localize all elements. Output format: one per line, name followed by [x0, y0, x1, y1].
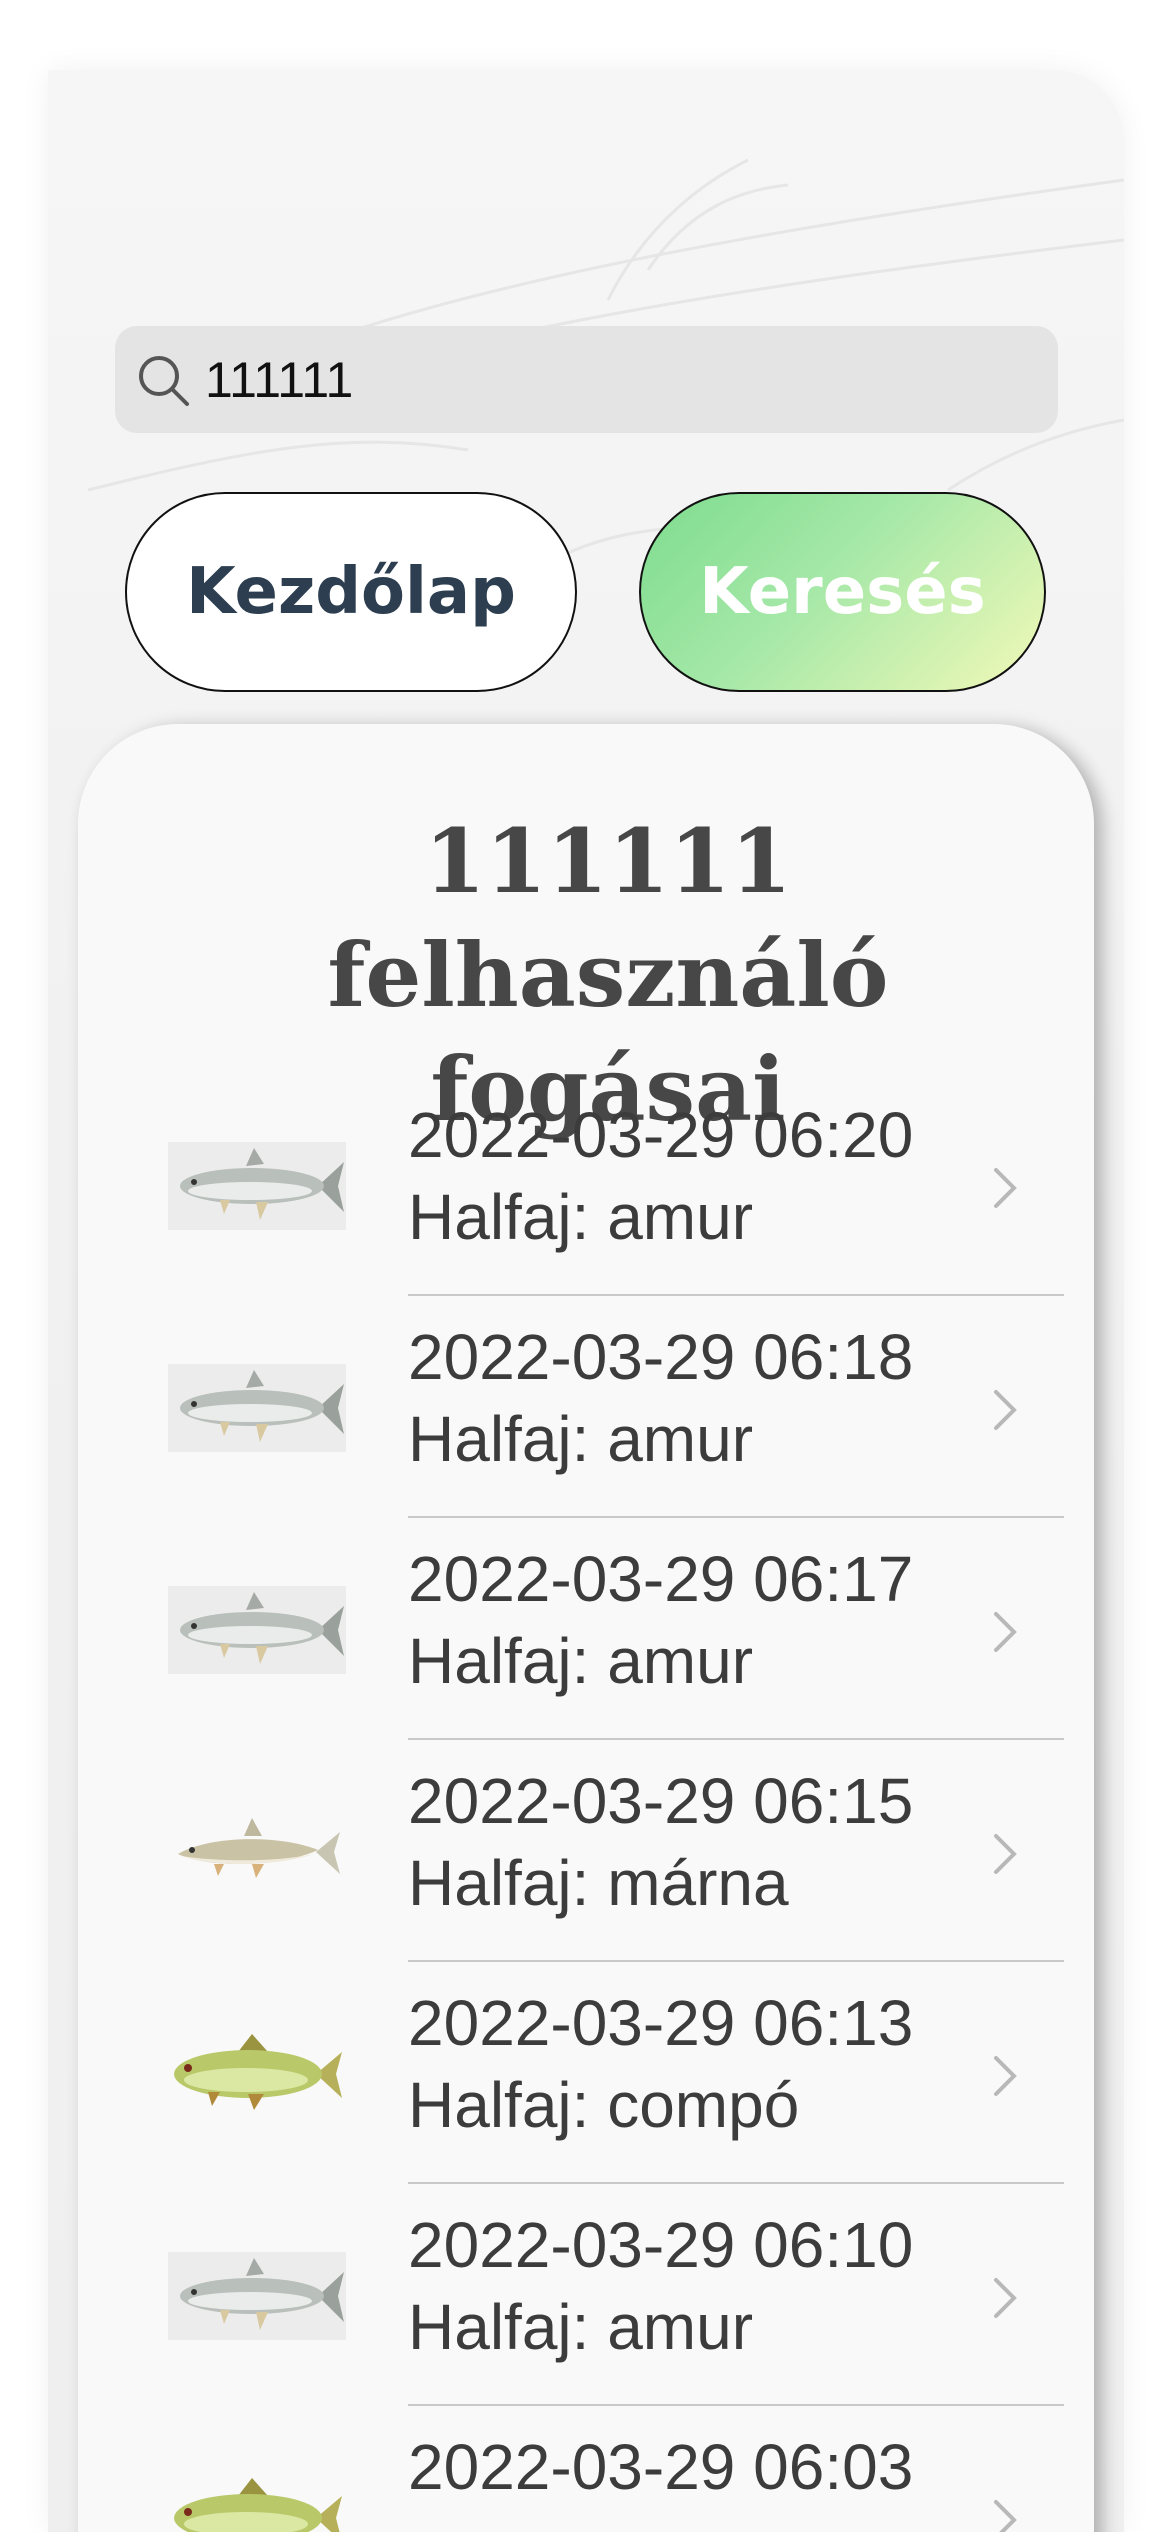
search-icon: [139, 356, 189, 406]
amur-fish-icon: [168, 2252, 346, 2340]
catch-datetime: 2022-03-29 06:03: [408, 2431, 914, 2503]
search-button[interactable]: Keresés: [639, 492, 1046, 692]
catch-list-item[interactable]: 2022-03-29 06:15 Halfaj: márna: [78, 1740, 1094, 1962]
compo-fish-icon: [174, 2034, 342, 2110]
catch-texts: 2022-03-29 06:03: [408, 2426, 968, 2508]
title-line-1: 111111 felhasználó: [327, 809, 889, 1027]
catch-datetime: 2022-03-29 06:20: [408, 1099, 914, 1171]
catch-list-item[interactable]: 2022-03-29 06:20 Halfaj: amur: [78, 1074, 1094, 1296]
catch-list-item[interactable]: 2022-03-29 06:17 Halfaj: amur: [78, 1518, 1094, 1740]
catch-list-item[interactable]: 2022-03-29 06:18 Halfaj: amur: [78, 1296, 1094, 1518]
chevron-right-icon: [994, 1168, 1017, 1208]
catch-datetime: 2022-03-29 06:15: [408, 1765, 914, 1837]
catch-list-item[interactable]: 2022-03-29 06:13 Halfaj: compó: [78, 1962, 1094, 2184]
chevron-right-icon: [994, 1612, 1017, 1652]
search-bar[interactable]: [115, 326, 1058, 433]
chevron-right-icon: [994, 2500, 1017, 2532]
catch-texts: 2022-03-29 06:17 Halfaj: amur: [408, 1538, 968, 1702]
chevron-right-icon: [994, 1390, 1017, 1430]
catch-texts: 2022-03-29 06:20 Halfaj: amur: [408, 1094, 968, 1258]
chevron-right-icon: [994, 1834, 1017, 1874]
catch-species: Halfaj: amur: [408, 1625, 753, 1697]
catch-list-item[interactable]: 2022-03-29 06:10 Halfaj: amur: [78, 2184, 1094, 2406]
catch-datetime: 2022-03-29 06:13: [408, 1987, 914, 2059]
marna-fish-icon: [178, 1818, 340, 1878]
catch-list: 2022-03-29 06:20 Halfaj: amur 2022-03-29…: [78, 1074, 1094, 2532]
catch-datetime: 2022-03-29 06:10: [408, 2209, 914, 2281]
catch-species: Halfaj: márna: [408, 1847, 789, 1919]
amur-fish-icon: [168, 1142, 346, 1230]
catch-species: Halfaj: amur: [408, 2291, 753, 2363]
catch-species: Halfaj: amur: [408, 1181, 753, 1253]
chevron-right-icon: [994, 2278, 1017, 2318]
catch-list-item[interactable]: 2022-03-29 06:03: [78, 2406, 1094, 2532]
amur-fish-icon: [168, 1586, 346, 1674]
catch-species: Halfaj: compó: [408, 2069, 800, 2141]
amur-fish-icon: [168, 1364, 346, 1452]
home-button[interactable]: Kezdőlap: [125, 492, 577, 692]
catches-card: 111111 felhasználó fogásai 2022-03-29 06…: [78, 724, 1094, 2532]
catch-texts: 2022-03-29 06:18 Halfaj: amur: [408, 1316, 968, 1480]
catch-datetime: 2022-03-29 06:18: [408, 1321, 914, 1393]
catch-species: Halfaj: amur: [408, 1403, 753, 1475]
compo-fish-icon: [174, 2478, 342, 2532]
catch-texts: 2022-03-29 06:15 Halfaj: márna: [408, 1760, 968, 1924]
catch-datetime: 2022-03-29 06:17: [408, 1543, 914, 1615]
catch-texts: 2022-03-29 06:13 Halfaj: compó: [408, 1982, 968, 2146]
chevron-right-icon: [994, 2056, 1017, 2096]
app-screen: Kezdőlap Keresés 111111 felhasználó fogá…: [48, 70, 1124, 2532]
catch-texts: 2022-03-29 06:10 Halfaj: amur: [408, 2204, 968, 2368]
search-input[interactable]: [205, 326, 1035, 433]
